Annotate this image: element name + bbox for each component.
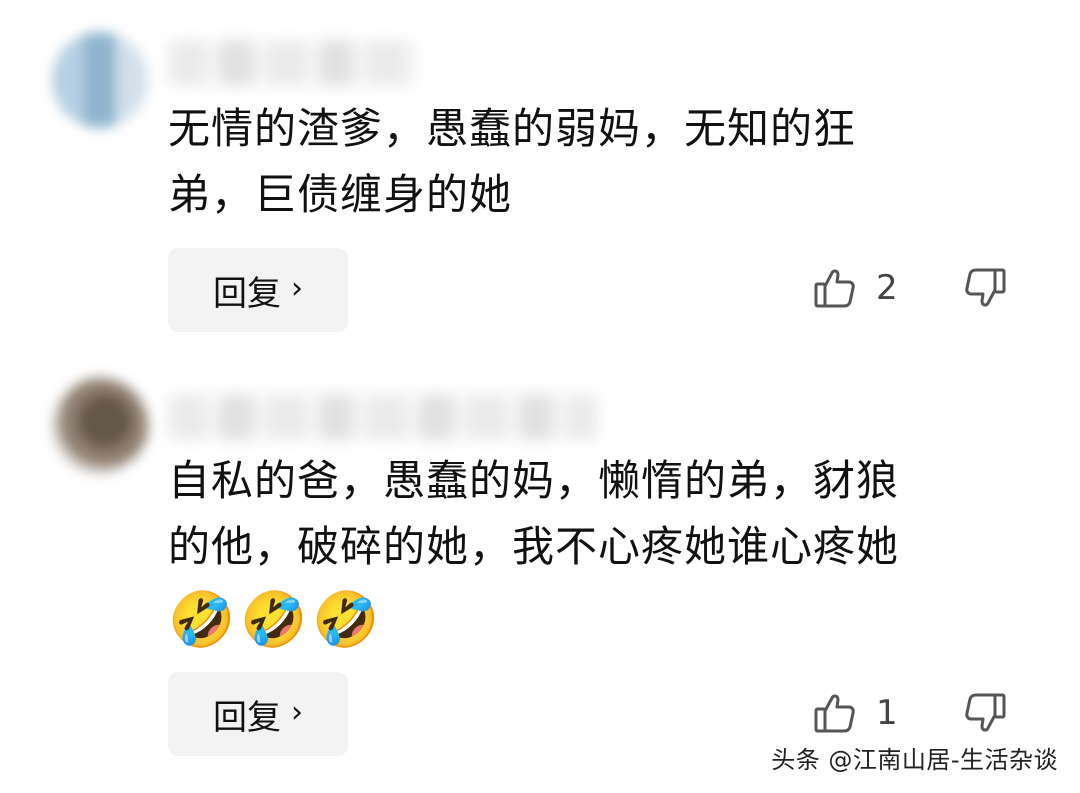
- like-count: 1: [876, 693, 898, 733]
- thumbs-up-icon[interactable]: [812, 265, 858, 311]
- emoji-row: 🤣 🤣 🤣: [168, 588, 380, 654]
- reply-button[interactable]: 回复 ›: [168, 248, 348, 332]
- comment-item: 无情的渣爹，愚蠢的弱妈，无知的狂 弟，巨债缠身的她 回复 › 2: [0, 0, 1080, 350]
- rolling-laughing-emoji: 🤣: [240, 588, 308, 651]
- comment-text-line: 自私的爸，愚蠢的妈，懒惰的弟，豺狼: [168, 456, 900, 505]
- rolling-laughing-emoji: 🤣: [168, 588, 236, 651]
- thumbs-up-icon[interactable]: [812, 690, 858, 736]
- comment-text: 自私的爸，愚蠢的妈，懒惰的弟，豺狼 的他，破碎的她，我不心疼她谁心疼她: [168, 448, 998, 580]
- like-count: 2: [876, 268, 898, 308]
- thumbs-down-icon[interactable]: [962, 265, 1008, 311]
- reply-button[interactable]: 回复 ›: [168, 672, 348, 756]
- comment-text-line: 无情的渣爹，愚蠢的弱妈，无知的狂: [168, 104, 857, 153]
- chevron-right-icon: ›: [291, 695, 303, 730]
- comment-text-line: 的他，破碎的她，我不心疼她谁心疼她: [168, 522, 900, 571]
- username-redacted: [168, 40, 418, 86]
- comment-actions: 1: [812, 683, 1032, 743]
- thumbs-down-icon[interactable]: [962, 690, 1008, 736]
- comment-item: 自私的爸，愚蠢的妈，懒惰的弟，豺狼 的他，破碎的她，我不心疼她谁心疼她 🤣 🤣 🤣…: [0, 350, 1080, 793]
- comment-actions: 2: [812, 258, 1032, 318]
- reply-label: 回复: [213, 697, 281, 738]
- avatar[interactable]: [52, 378, 148, 474]
- comment-text-line: 弟，巨债缠身的她: [168, 170, 513, 219]
- avatar[interactable]: [52, 32, 148, 128]
- comment-text: 无情的渣爹，愚蠢的弱妈，无知的狂 弟，巨债缠身的她: [168, 96, 998, 228]
- reply-label: 回复: [213, 273, 281, 314]
- rolling-laughing-emoji: 🤣: [312, 588, 380, 651]
- chevron-right-icon: ›: [291, 271, 303, 306]
- username-redacted: [168, 394, 598, 440]
- watermark: 头条 @江南山居-生活杂谈: [771, 746, 1058, 774]
